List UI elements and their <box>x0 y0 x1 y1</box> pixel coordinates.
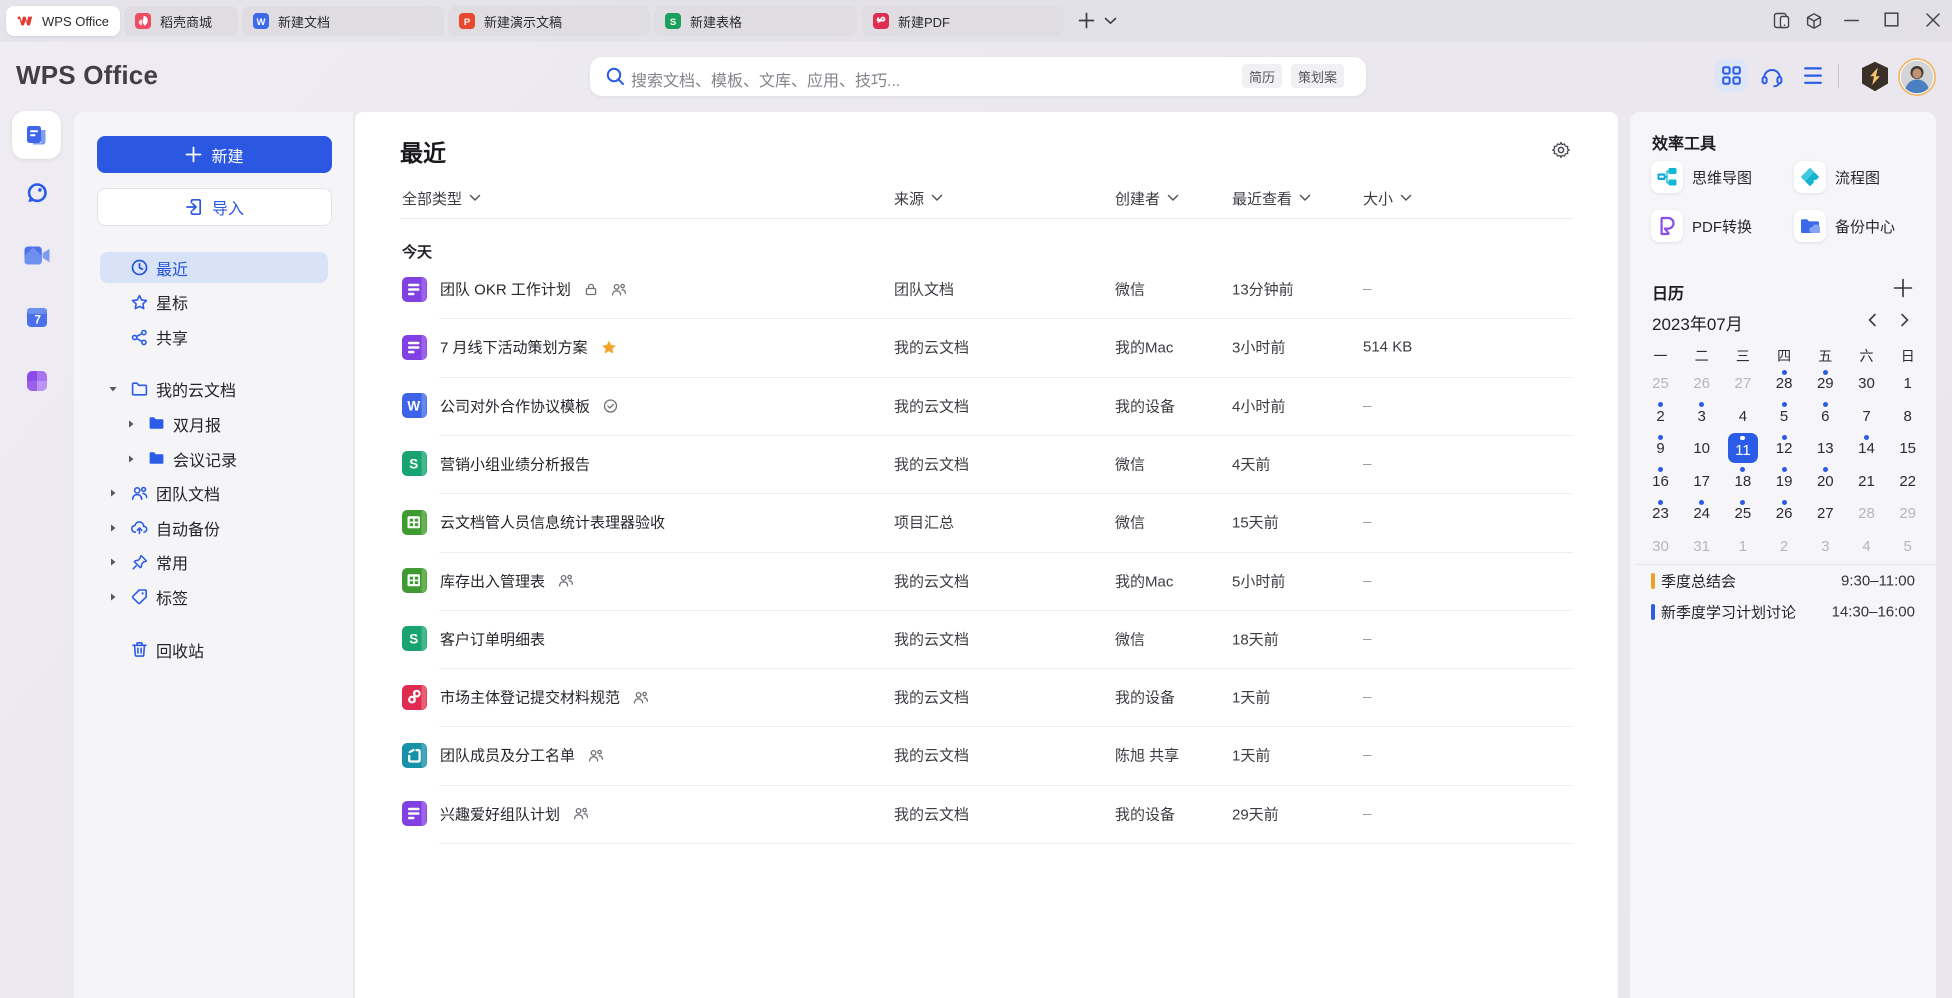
svg-text:S: S <box>409 457 418 472</box>
svg-text:W: W <box>407 399 420 414</box>
svg-text:W: W <box>257 17 266 28</box>
svg-text:7: 7 <box>34 315 40 327</box>
svg-text:P: P <box>464 17 471 28</box>
svg-text:S: S <box>670 17 676 28</box>
svg-text:S: S <box>409 632 418 647</box>
